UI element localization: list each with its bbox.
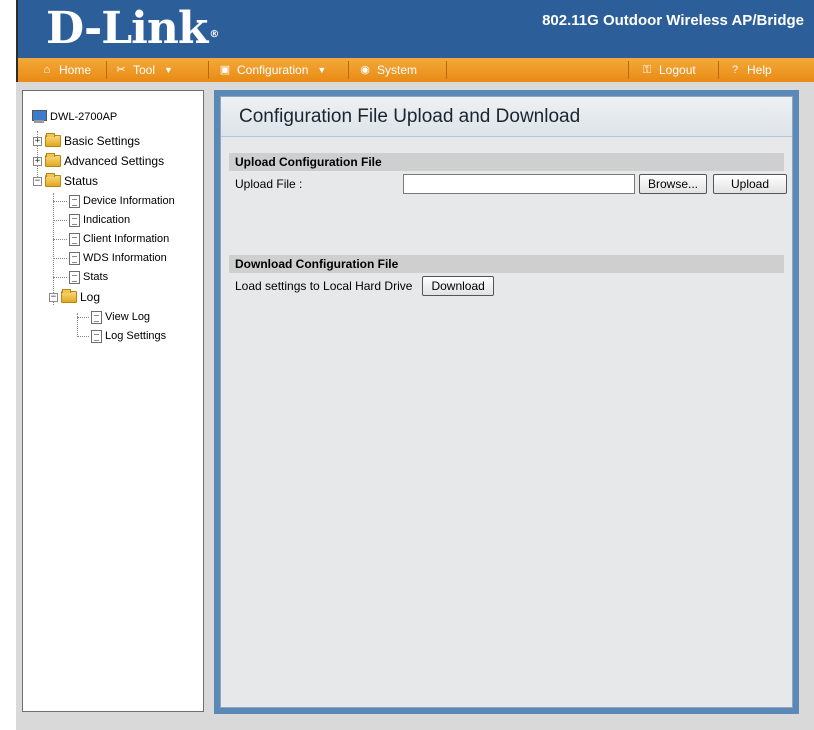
upload-section-heading: Upload Configuration File <box>229 153 784 171</box>
document-icon <box>69 270 80 284</box>
tree-item-log[interactable]: − Log <box>49 289 100 305</box>
upload-button[interactable]: Upload <box>713 174 787 194</box>
collapse-icon[interactable]: − <box>49 292 58 302</box>
document-icon <box>69 213 80 227</box>
key-icon: ⚿ <box>642 64 652 76</box>
document-icon <box>69 232 80 246</box>
download-label: Load settings to Local Hard Drive <box>235 279 413 293</box>
tree-item-client-information[interactable]: Client Information <box>69 231 169 247</box>
folder-icon <box>45 133 61 147</box>
home-icon: ⌂ <box>43 64 51 76</box>
upload-file-input[interactable] <box>403 174 635 194</box>
tree-item-log-settings[interactable]: Log Settings <box>91 328 166 344</box>
disk-icon: ▣ <box>219 64 231 76</box>
tree-item-basic-settings[interactable]: + Basic Settings <box>33 133 140 149</box>
tree-item-stats[interactable]: Stats <box>69 269 108 285</box>
tree-item-device-information[interactable]: Device Information <box>69 193 175 209</box>
expand-icon[interactable]: + <box>33 156 42 166</box>
menu-tool-label: Tool <box>133 63 156 77</box>
tree-item-label: Client Information <box>83 233 170 245</box>
registered-mark: ® <box>209 29 219 40</box>
menu-logout[interactable]: ⚿ Logout <box>640 58 696 82</box>
expand-icon[interactable]: + <box>33 136 42 146</box>
document-icon <box>91 329 102 343</box>
tree-item-wds-information[interactable]: WDS Information <box>69 250 167 266</box>
menu-system[interactable]: ◉ System <box>358 58 417 82</box>
tree-root-label: DWL-2700AP <box>50 111 118 123</box>
tree-item-label: Device Information <box>83 195 175 207</box>
tree-item-label: Basic Settings <box>64 134 141 148</box>
menu-tool[interactable]: ✂ Tool ▼ <box>114 58 173 82</box>
menu-home-label: Home <box>59 63 92 77</box>
menu-help[interactable]: ? Help <box>728 58 772 82</box>
product-title: 802.11G Outdoor Wireless AP/Bridge <box>542 12 804 29</box>
menu-logout-label: Logout <box>659 63 696 77</box>
upload-section: Upload Configuration File Upload File : … <box>229 153 787 197</box>
tool-icon: ✂ <box>116 64 126 76</box>
menu-configuration-label: Configuration <box>237 63 309 77</box>
document-icon <box>69 251 80 265</box>
tree-item-label: WDS Information <box>83 252 167 264</box>
tree-item-status[interactable]: − Status <box>33 173 98 189</box>
download-row: Load settings to Local Hard Drive Downlo… <box>229 273 784 299</box>
upload-file-label: Upload File : <box>235 177 303 191</box>
computer-icon <box>31 110 47 124</box>
tree-item-advanced-settings[interactable]: + Advanced Settings <box>33 153 164 169</box>
tree-item-view-log[interactable]: View Log <box>91 309 150 325</box>
open-folder-icon <box>45 173 61 187</box>
tree-root-device[interactable]: DWL-2700AP <box>31 109 117 125</box>
tree-item-label: Advanced Settings <box>64 154 165 168</box>
download-section: Download Configuration File Load setting… <box>229 255 784 299</box>
document-icon <box>91 310 102 324</box>
document-icon <box>69 194 80 208</box>
collapse-icon[interactable]: − <box>33 176 42 186</box>
menu-help-label: Help <box>747 63 772 77</box>
main-panel: Configuration File Upload and Download U… <box>214 90 799 714</box>
main-content: Configuration File Upload and Download U… <box>220 96 793 708</box>
tree-item-label: Log Settings <box>105 330 167 342</box>
tree-item-label: Indication <box>83 214 131 226</box>
tree-item-label: Status <box>64 174 99 188</box>
menu-home[interactable]: ⌂ Home <box>40 58 91 82</box>
download-button[interactable]: Download <box>422 276 494 296</box>
tree-item-label: Stats <box>83 271 109 283</box>
folder-icon <box>45 153 61 167</box>
tree-item-indication[interactable]: Indication <box>69 212 130 228</box>
browse-button[interactable]: Browse... <box>639 174 708 194</box>
chevron-down-icon: ▼ <box>317 65 327 75</box>
chevron-down-icon: ▼ <box>164 65 173 75</box>
download-section-heading: Download Configuration File <box>229 255 784 273</box>
menu-system-label: System <box>377 63 418 77</box>
globe-icon: ◉ <box>360 64 370 76</box>
header-bar: D-Link ® 802.11G Outdoor Wireless AP/Brid… <box>16 0 814 58</box>
page-title: Configuration File Upload and Download <box>221 97 792 137</box>
open-folder-icon <box>61 289 77 303</box>
tree-item-label: Log <box>80 290 101 304</box>
menu-bar: ⌂ Home ✂ Tool ▼ ▣ Configuration ▼ ◉ Syst… <box>16 58 814 82</box>
tree-item-label: View Log <box>105 311 151 323</box>
dlink-logo: D-Link ® <box>46 3 219 54</box>
help-icon: ? <box>731 64 739 76</box>
navigation-tree-panel: DWL-2700AP + Basic Settings + Advanced S… <box>22 90 204 712</box>
menu-configuration[interactable]: ▣ Configuration ▼ <box>218 58 327 82</box>
